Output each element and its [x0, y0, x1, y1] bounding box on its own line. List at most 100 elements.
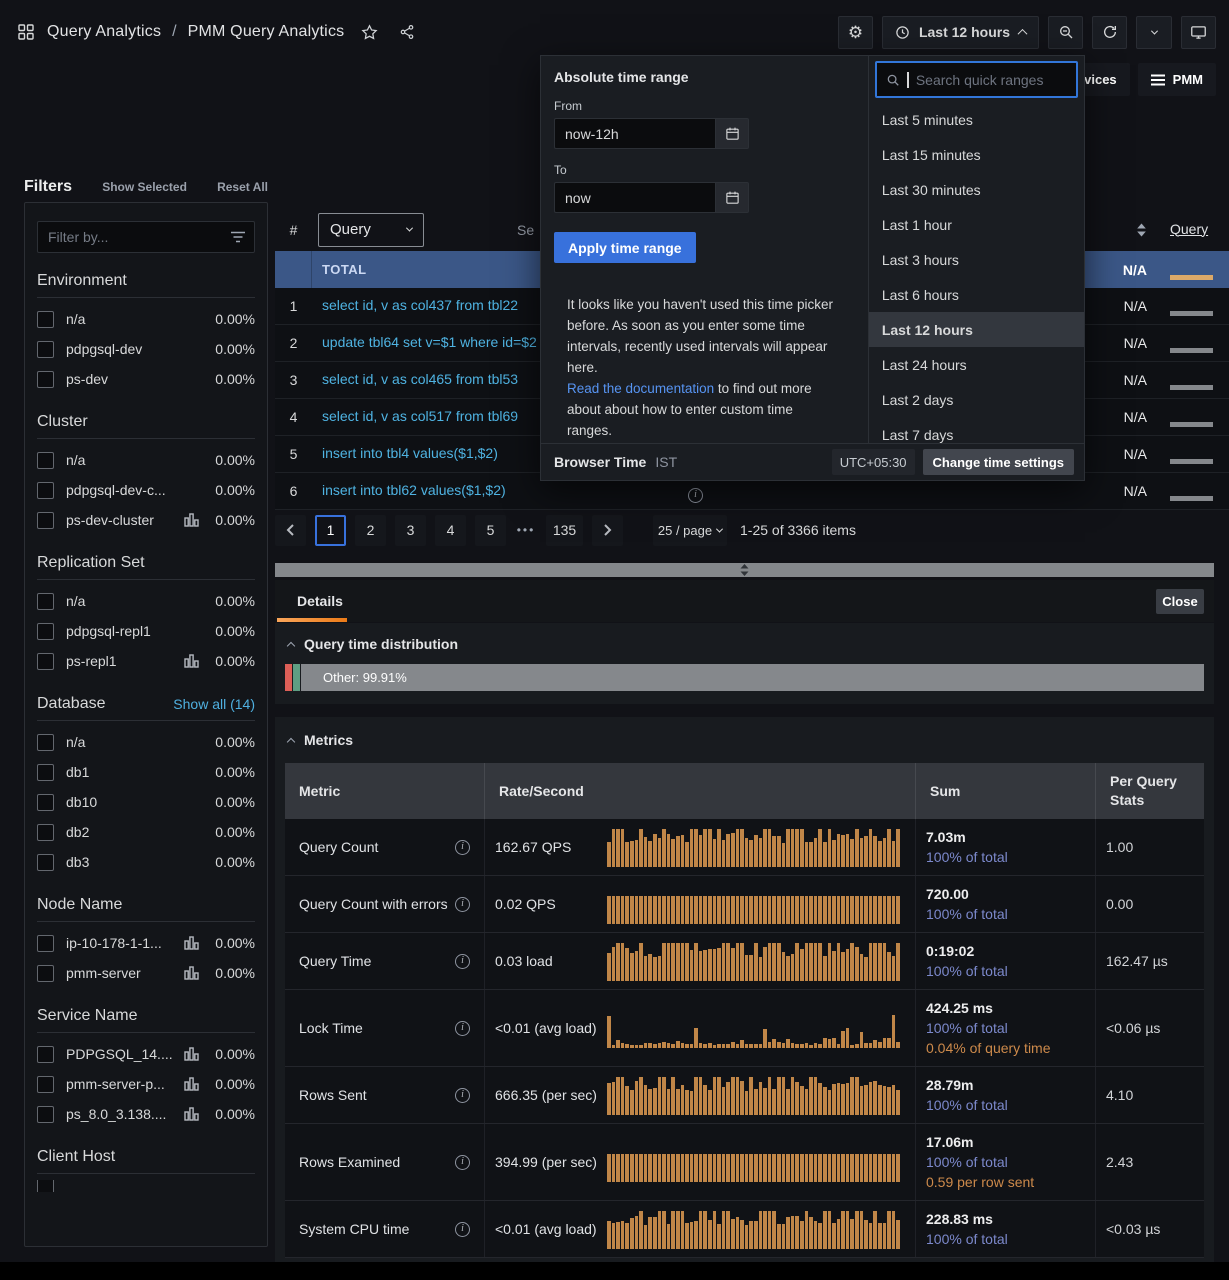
- from-calendar-button[interactable]: [715, 118, 749, 149]
- checkbox[interactable]: [37, 653, 54, 670]
- info-icon[interactable]: i: [455, 897, 470, 912]
- checkbox[interactable]: [37, 854, 54, 871]
- checkbox[interactable]: [37, 593, 54, 610]
- query-time-distribution-toggle[interactable]: Query time distribution: [285, 636, 1204, 652]
- column-header-query-count[interactable]: Query: [1170, 221, 1208, 237]
- checkbox[interactable]: [37, 1180, 54, 1192]
- checkbox[interactable]: [37, 764, 54, 781]
- query-link[interactable]: select id, v as col437 from tbl22: [322, 297, 518, 313]
- page-button-2[interactable]: 2: [355, 515, 386, 546]
- quick-range-item[interactable]: Last 24 hours: [869, 347, 1084, 382]
- main-metric-dropdown[interactable]: Query: [318, 213, 424, 247]
- quick-range-item[interactable]: Last 3 hours: [869, 242, 1084, 277]
- checkbox[interactable]: [37, 794, 54, 811]
- checkbox[interactable]: [37, 311, 54, 328]
- sort-icon[interactable]: [1136, 223, 1147, 237]
- checkbox[interactable]: [37, 1106, 54, 1123]
- page-button-5[interactable]: 5: [475, 515, 506, 546]
- bar-chart-icon[interactable]: [184, 936, 199, 950]
- query-link[interactable]: update tbl64 set v=$1 where id=$2: [322, 334, 537, 350]
- show-selected-link[interactable]: Show Selected: [102, 180, 187, 194]
- next-page-button[interactable]: [592, 515, 623, 546]
- page-button-3[interactable]: 3: [395, 515, 426, 546]
- bar-chart-icon[interactable]: [184, 513, 199, 527]
- apply-time-range-button[interactable]: Apply time range: [554, 232, 696, 263]
- query-link[interactable]: insert into tbl62 values($1,$2): [322, 482, 506, 498]
- page-size-select[interactable]: 25 / page: [653, 515, 727, 546]
- query-info-icon[interactable]: i: [688, 484, 703, 503]
- quick-range-item[interactable]: Last 5 minutes: [869, 102, 1084, 137]
- quick-range-item[interactable]: Last 2 days: [869, 382, 1084, 417]
- filter-search-input[interactable]: [37, 221, 255, 253]
- time-range-picker-button[interactable]: Last 12 hours: [882, 16, 1039, 49]
- distribution-segment-teal[interactable]: [293, 664, 300, 691]
- pmm-menu-button[interactable]: PMM: [1138, 63, 1216, 96]
- info-icon[interactable]: i: [688, 488, 703, 503]
- checkbox[interactable]: [37, 734, 54, 751]
- spark-bar: [786, 1089, 790, 1115]
- info-icon[interactable]: i: [455, 840, 470, 855]
- bar-chart-icon[interactable]: [184, 1077, 199, 1091]
- query-link[interactable]: select id, v as col465 from tbl53: [322, 371, 518, 387]
- to-calendar-button[interactable]: [715, 182, 749, 213]
- distribution-segment-red[interactable]: [285, 664, 292, 691]
- info-icon[interactable]: i: [455, 954, 470, 969]
- metrics-toggle[interactable]: Metrics: [285, 732, 1204, 748]
- breadcrumb-folder[interactable]: Query Analytics: [47, 23, 161, 41]
- close-details-button[interactable]: Close: [1156, 589, 1204, 614]
- from-input[interactable]: [554, 118, 715, 149]
- share-icon[interactable]: [397, 22, 417, 42]
- info-icon[interactable]: i: [455, 1222, 470, 1237]
- bar-chart-icon[interactable]: [184, 966, 199, 980]
- checkbox[interactable]: [37, 623, 54, 640]
- star-icon[interactable]: [359, 22, 380, 43]
- reset-all-link[interactable]: Reset All: [217, 180, 268, 194]
- info-icon[interactable]: i: [455, 1088, 470, 1103]
- page-button-1[interactable]: 1: [315, 515, 346, 546]
- bar-chart-icon[interactable]: [184, 1107, 199, 1121]
- distribution-segment-other[interactable]: Other: 99.91%: [301, 664, 1204, 691]
- checkbox[interactable]: [37, 512, 54, 529]
- dashboards-grid-icon[interactable]: [16, 22, 36, 42]
- dashboard-settings-button[interactable]: ⚙: [838, 16, 873, 49]
- kiosk-mode-button[interactable]: [1181, 16, 1216, 49]
- breadcrumb-dashboard-title[interactable]: PMM Query Analytics: [188, 23, 345, 41]
- details-resize-handle[interactable]: [275, 563, 1214, 577]
- metric-cell: Query Counti: [285, 819, 485, 875]
- bar-chart-icon[interactable]: [184, 654, 199, 668]
- info-icon[interactable]: i: [455, 1021, 470, 1036]
- refresh-button[interactable]: [1092, 16, 1127, 49]
- last-page-button[interactable]: 135: [546, 515, 583, 546]
- quick-ranges-search-input[interactable]: Search quick ranges: [875, 61, 1078, 98]
- checkbox[interactable]: [37, 824, 54, 841]
- quick-range-item[interactable]: Last 15 minutes: [869, 137, 1084, 172]
- quick-range-item[interactable]: Last 30 minutes: [869, 172, 1084, 207]
- quick-range-item[interactable]: Last 6 hours: [869, 277, 1084, 312]
- checkbox[interactable]: [37, 341, 54, 358]
- refresh-interval-dropdown[interactable]: [1136, 16, 1172, 49]
- info-icon[interactable]: i: [455, 1155, 470, 1170]
- bar-chart-icon[interactable]: [184, 1047, 199, 1061]
- zoom-out-time-button[interactable]: [1048, 16, 1083, 49]
- checkbox[interactable]: [37, 965, 54, 982]
- sum-value: 17.06m: [926, 1134, 973, 1150]
- checkbox[interactable]: [37, 371, 54, 388]
- quick-range-item[interactable]: Last 1 hour: [869, 207, 1084, 242]
- prev-page-button[interactable]: [275, 515, 306, 546]
- change-time-settings-button[interactable]: Change time settings: [923, 449, 1074, 475]
- checkbox[interactable]: [37, 482, 54, 499]
- query-search-placeholder-partial[interactable]: Se: [517, 222, 534, 238]
- page-button-4[interactable]: 4: [435, 515, 466, 546]
- query-link[interactable]: select id, v as col517 from tbl69: [322, 408, 518, 424]
- to-input[interactable]: [554, 182, 715, 213]
- checkbox[interactable]: [37, 1046, 54, 1063]
- checkbox[interactable]: [37, 452, 54, 469]
- filters-panel: Filters Show Selected Reset All Environm…: [24, 174, 268, 1247]
- checkbox[interactable]: [37, 935, 54, 952]
- read-documentation-link[interactable]: Read the documentation: [567, 381, 714, 396]
- quick-range-item[interactable]: Last 12 hours: [869, 312, 1084, 347]
- query-link[interactable]: insert into tbl4 values($1,$2): [322, 445, 498, 461]
- tab-details[interactable]: Details: [297, 593, 343, 609]
- checkbox[interactable]: [37, 1076, 54, 1093]
- show-all-link[interactable]: Show all (14): [173, 696, 255, 712]
